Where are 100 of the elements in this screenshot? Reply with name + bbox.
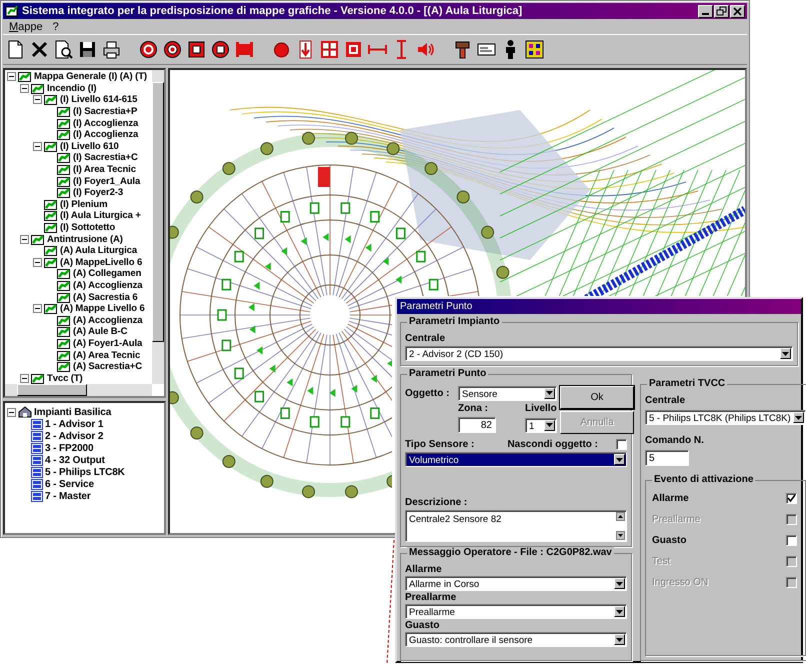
square-target-icon[interactable] bbox=[186, 39, 207, 60]
zona-input[interactable]: 82 bbox=[458, 417, 496, 433]
map-icon bbox=[57, 164, 71, 176]
checkbox[interactable] bbox=[616, 439, 627, 450]
close-button[interactable] bbox=[730, 4, 745, 18]
tree-item[interactable]: Antintrusione (A) bbox=[47, 234, 123, 245]
scroll-down-icon[interactable] bbox=[616, 531, 625, 540]
page-magnifier-icon[interactable] bbox=[53, 39, 74, 60]
device-icon bbox=[31, 418, 43, 430]
collapse-toggle[interactable] bbox=[33, 258, 42, 267]
tree-item[interactable]: (I) Livello 614-615 bbox=[60, 94, 138, 106]
tree-item[interactable]: (A) Sacrestia+C bbox=[73, 361, 142, 372]
tree-item[interactable]: (I) Sacrestia+P bbox=[73, 106, 138, 118]
tree-item[interactable]: 3 - FP2000 bbox=[45, 442, 94, 454]
collapse-toggle[interactable] bbox=[7, 408, 16, 416]
tree-item[interactable]: Impianti Basilica bbox=[34, 406, 112, 418]
printer-icon[interactable] bbox=[101, 39, 122, 60]
tree-item[interactable]: 1 - Advisor 1 bbox=[45, 418, 104, 430]
map-icon bbox=[57, 129, 71, 140]
checkbox[interactable] bbox=[786, 493, 797, 504]
cross-icon[interactable] bbox=[29, 39, 50, 60]
menu-item[interactable]: ? bbox=[52, 20, 59, 32]
tree-item[interactable]: (I) Plenium bbox=[60, 198, 108, 210]
collapse-toggle[interactable] bbox=[20, 234, 29, 244]
tree-item[interactable]: Incendio (I) bbox=[47, 82, 96, 94]
tree-item[interactable]: (I) Accoglienza bbox=[73, 118, 138, 129]
framed-square-icon[interactable] bbox=[343, 39, 364, 60]
tree-item[interactable]: Tvcc (T) bbox=[47, 372, 83, 384]
dropdown[interactable]: Preallarme bbox=[405, 604, 627, 619]
tree-item[interactable]: (A) Accoglienza bbox=[73, 314, 142, 326]
group-title: Parametri Impianto bbox=[407, 316, 502, 327]
restore-button[interactable] bbox=[714, 4, 729, 18]
tree-item[interactable]: (A) Sacrestia 6 bbox=[73, 292, 138, 303]
map-icon bbox=[57, 314, 71, 326]
collapse-toggle[interactable] bbox=[7, 72, 16, 82]
dropdown[interactable]: Allarme in Corso bbox=[405, 576, 627, 591]
tree-item[interactable]: (A) Foyer1-Aula bbox=[73, 338, 142, 349]
tree-item[interactable]: (A) Aule B-C bbox=[73, 326, 128, 338]
map-icon bbox=[44, 94, 58, 106]
comando-input[interactable]: 5 bbox=[645, 450, 689, 466]
tree-item[interactable]: 5 - Philips LTC8K bbox=[45, 466, 125, 478]
dropdown[interactable]: Sensore bbox=[458, 386, 557, 400]
tree-item[interactable]: (I) Foyer2-3 bbox=[73, 187, 124, 198]
horizontal-scrollbar[interactable] bbox=[5, 384, 152, 396]
collapse-toggle[interactable] bbox=[33, 142, 42, 151]
tree-item[interactable]: (I) Accoglienza bbox=[73, 129, 138, 140]
field-label: Tipo Sensore : bbox=[405, 439, 474, 450]
vertical-scrollbar[interactable] bbox=[152, 70, 164, 384]
minimize-button[interactable] bbox=[698, 4, 713, 18]
tree-item[interactable]: (I) Livello 610 bbox=[60, 140, 119, 152]
map-icon bbox=[44, 303, 58, 314]
ring-icon[interactable] bbox=[138, 39, 159, 60]
tree-item[interactable]: Mappa Generale (I) (A) (T) bbox=[34, 71, 147, 82]
field-label: Descrizione : bbox=[405, 497, 468, 508]
tree-item[interactable]: 2 - Advisor 2 bbox=[45, 430, 104, 442]
checkbox-label: Preallarme bbox=[652, 514, 700, 525]
tree-item[interactable]: (A) MappeLivello 6 bbox=[60, 256, 142, 268]
checkbox[interactable] bbox=[786, 535, 797, 546]
tree-item[interactable]: 7 - Master bbox=[45, 490, 91, 502]
map-icon bbox=[44, 198, 58, 210]
collapse-toggle[interactable] bbox=[33, 304, 42, 314]
description-field[interactable]: Centrale2 Sensore 82 bbox=[405, 510, 627, 542]
dropdown[interactable]: 5 - Philips LTC8K (Philips LTC8K) bbox=[645, 410, 806, 425]
dropdown[interactable]: 1 bbox=[525, 418, 557, 432]
dropdown[interactable]: Volumetrico bbox=[405, 452, 627, 467]
tree-item[interactable]: (A) Area Tecnic bbox=[73, 350, 140, 361]
tree-item[interactable]: 4 - 32 Output bbox=[45, 454, 105, 466]
map-icon bbox=[57, 106, 71, 118]
tree-item[interactable]: (A) Mappe Livello 6 bbox=[60, 303, 145, 314]
collapse-toggle[interactable] bbox=[20, 84, 29, 93]
tree-item[interactable]: (A) Accoglienza bbox=[73, 280, 142, 291]
group-title: Parametri TVCC bbox=[647, 378, 728, 389]
tree-item[interactable]: (I) Foyer1_Aula bbox=[73, 176, 140, 187]
device-icon bbox=[31, 478, 43, 490]
minimize-icon bbox=[702, 12, 709, 14]
grid-map-icon[interactable] bbox=[524, 39, 545, 60]
collapse-toggle[interactable] bbox=[20, 374, 29, 383]
group-title: Evento di attivazione bbox=[652, 474, 756, 485]
tree-item[interactable]: (I) Area Tecnic bbox=[73, 164, 136, 176]
tree-item[interactable]: (A) Collegamen bbox=[73, 268, 142, 280]
map-icon bbox=[18, 71, 32, 82]
collapse-toggle[interactable] bbox=[33, 95, 42, 104]
tree-item[interactable]: 6 - Service bbox=[45, 478, 94, 490]
tree-item[interactable]: (I) Aula Liturgica + bbox=[60, 210, 141, 222]
field-label: Oggetto : bbox=[405, 388, 450, 398]
tree-item[interactable]: (I) Sottotetto bbox=[60, 222, 116, 234]
grid-icon[interactable] bbox=[319, 39, 340, 60]
scroll-up-icon[interactable] bbox=[616, 512, 625, 521]
map-icon bbox=[31, 234, 45, 245]
window-title: Sistema integrato per la predisposizione di mappe grafiche - Versione 4.0.0 - [(A) Aula Liturgica] bbox=[22, 5, 524, 17]
ring-icon[interactable] bbox=[162, 39, 183, 60]
field-value: Centrale2 Sensore 82 bbox=[409, 514, 502, 525]
dropdown[interactable]: 2 - Advisor 2 (CD 150) bbox=[405, 346, 793, 361]
tree-item[interactable]: (A) Aula Liturgica bbox=[60, 245, 138, 256]
dropdown[interactable]: Guasto: controllare il sensore bbox=[405, 632, 627, 647]
tree-item[interactable]: (I) Sacrestia+C bbox=[73, 152, 138, 164]
dialog-button[interactable]: Ok bbox=[560, 386, 634, 409]
device-icon bbox=[31, 466, 43, 478]
menu-item[interactable]: Mappe bbox=[9, 20, 43, 32]
ring-icon[interactable] bbox=[210, 39, 231, 60]
